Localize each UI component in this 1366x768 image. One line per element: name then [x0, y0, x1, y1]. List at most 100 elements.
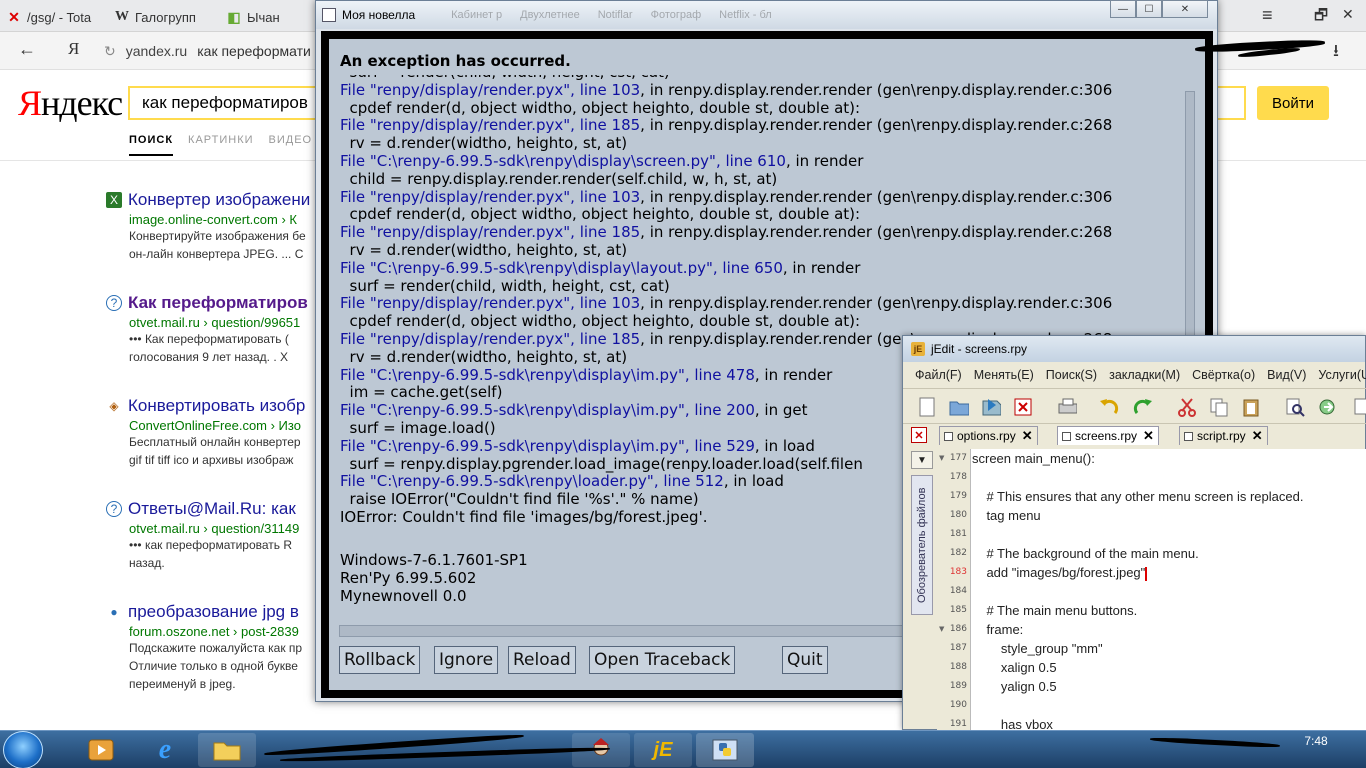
find-next-icon[interactable]: [1317, 397, 1337, 417]
menu-edit[interactable]: Менять(E): [974, 368, 1034, 382]
result-title[interactable]: преобразование jpg в: [128, 602, 299, 622]
tab-screens-rpy[interactable]: screens.rpy ✕: [1057, 426, 1159, 445]
traceback-location: , in renpy.display.render.render (gen\re…: [640, 187, 1113, 206]
jedit-taskbar-icon[interactable]: jE: [634, 733, 692, 767]
ghost-tab: Notiflar: [597, 9, 633, 21]
rollback-button[interactable]: Rollback: [339, 646, 421, 674]
result-url[interactable]: otvet.mail.ru › question/99651: [129, 315, 321, 330]
reload-button[interactable]: Reload: [508, 646, 576, 674]
nav-video[interactable]: ВИДЕО: [269, 134, 313, 156]
close-icon[interactable]: ✕: [1022, 428, 1033, 444]
browser-tab-gsg[interactable]: ✕ /gsg/ - Tota: [6, 4, 102, 30]
address-query: как переформати: [197, 43, 311, 59]
save-icon[interactable]: [981, 397, 1001, 417]
traceback-line: File "renpy/display/render.pyx", line 18…: [340, 223, 1176, 242]
address-domain: yandex.ru: [125, 43, 188, 59]
print-icon[interactable]: [1057, 397, 1077, 417]
media-player-icon[interactable]: [72, 733, 130, 767]
result-url[interactable]: forum.oszone.net › post-2839: [129, 624, 321, 639]
code-line: has vbox: [971, 715, 1366, 731]
result-title[interactable]: Ответы@Mail.Ru: как: [128, 499, 296, 519]
close-icon[interactable]: ✕: [1252, 428, 1263, 444]
file-browser-tab[interactable]: Обозреватель файлов: [911, 475, 933, 615]
quit-button[interactable]: Quit: [782, 646, 828, 674]
maximize-icon[interactable]: ☐: [1136, 0, 1162, 18]
yandex-icon[interactable]: Я: [68, 39, 79, 59]
result-title[interactable]: Конвертер изображени: [128, 190, 310, 210]
close-file-icon[interactable]: [1013, 397, 1033, 417]
open-traceback-button[interactable]: Open Traceback: [589, 646, 736, 674]
browser-tab-wikipedia[interactable]: W Галогрупп: [114, 4, 210, 30]
redo-icon[interactable]: [1133, 397, 1153, 417]
reload-icon[interactable]: ↻: [104, 43, 116, 60]
back-arrow-icon[interactable]: ←: [18, 39, 36, 60]
forum-icon: ●: [110, 605, 118, 619]
new-file-icon[interactable]: [917, 397, 937, 417]
internet-explorer-icon[interactable]: e: [136, 733, 194, 767]
menu-markers[interactable]: закладки(M): [1109, 368, 1180, 382]
more-tools-icon[interactable]: [1351, 397, 1366, 417]
menu-folding[interactable]: Свёртка(o): [1192, 368, 1255, 382]
checkbox-icon: [1062, 431, 1071, 441]
browser-menu-icon[interactable]: ≡: [1262, 5, 1273, 26]
cut-icon[interactable]: [1177, 397, 1197, 417]
restore-icon[interactable]: 🗗: [1314, 5, 1328, 30]
line-number: 189: [949, 681, 967, 691]
result-snippet: gif tif tiff ico и архивы изображ: [129, 453, 294, 467]
nav-search[interactable]: ПОИСК: [129, 134, 174, 156]
start-button[interactable]: [3, 731, 43, 768]
undo-icon[interactable]: [1099, 397, 1119, 417]
line-number: 180: [949, 510, 967, 520]
python-icon[interactable]: [696, 733, 754, 767]
copy-icon[interactable]: [1209, 397, 1229, 417]
result-url[interactable]: image.online-convert.com › К: [129, 212, 321, 227]
minimize-icon[interactable]: —: [1110, 0, 1136, 18]
result-title[interactable]: Как переформатиров: [128, 293, 308, 313]
traceback-line: cpdef render(d, object widtho, object he…: [340, 98, 861, 117]
result-title[interactable]: Конвертировать изобр: [128, 396, 305, 416]
traceback-file-ref: File "renpy/display/render.pyx", line 10…: [340, 294, 641, 313]
file-explorer-icon[interactable]: [198, 733, 256, 767]
close-icon[interactable]: ✕: [1162, 0, 1208, 18]
browser-close-icon[interactable]: ✕: [1342, 6, 1354, 23]
result-snippet: голосования 9 лет назад. . Х: [129, 350, 289, 364]
yandex-logo[interactable]: Яндекс: [18, 82, 123, 124]
ignore-button[interactable]: Ignore: [434, 646, 499, 674]
tab-script-rpy[interactable]: script.rpy ✕: [1179, 426, 1268, 445]
menu-view[interactable]: Вид(V): [1267, 368, 1306, 382]
nav-images[interactable]: КАРТИНКИ: [188, 134, 253, 156]
close-buffer-icon[interactable]: ✕: [911, 427, 927, 443]
code-editor[interactable]: screen main_menu(): # This ensures that …: [971, 449, 1366, 731]
result-snippet: ••• как переформатировать R: [129, 538, 293, 552]
close-icon: ✕: [8, 8, 20, 25]
search-button[interactable]: Войти: [1257, 86, 1329, 120]
menu-file[interactable]: Файл(F): [915, 368, 962, 382]
code-text: has vbox: [972, 717, 1053, 731]
menu-utilities[interactable]: Услуги(U): [1318, 368, 1366, 382]
download-icon[interactable]: ⭳: [1333, 38, 1339, 67]
result-url[interactable]: ConvertOnlineFree.com › Изо: [129, 418, 321, 433]
open-folder-icon[interactable]: [949, 397, 969, 417]
info-line: Windows-7-6.1.7601-SP1: [340, 551, 528, 569]
search-result: ◈ Конвертировать изобр ConvertOnlineFree.…: [106, 396, 321, 469]
shield-icon: ◈: [109, 399, 119, 413]
taskbar-clock[interactable]: 7:48: [1296, 734, 1336, 748]
code-line: # The background of the main menu.: [971, 544, 1366, 563]
jedit-window: jE jEdit - screens.rpy Файл(F) Менять(E)…: [902, 335, 1366, 731]
menu-search[interactable]: Поиск(S): [1046, 368, 1097, 382]
browser-tab-ychan[interactable]: ◧ Ычан: [226, 4, 312, 30]
traceback-file-ref: File "C:\renpy-6.99.5-sdk\renpy\display\…: [340, 365, 755, 384]
traceback-file-ref: File "renpy/display/render.pyx", line 18…: [340, 329, 641, 348]
paste-icon[interactable]: [1241, 397, 1261, 417]
result-snippet: Отличие только в одной букве: [129, 659, 298, 673]
close-icon[interactable]: ✕: [1143, 428, 1154, 444]
code-text: # This ensures that any other menu scree…: [972, 489, 1304, 504]
dock-dropdown-icon[interactable]: ▼: [911, 451, 933, 469]
ghost-tab: Двухлетнее: [520, 9, 580, 21]
line-number: 182: [949, 548, 967, 558]
tab-options-rpy[interactable]: options.rpy ✕: [939, 426, 1038, 445]
result-url[interactable]: otvet.mail.ru › question/31149: [129, 521, 321, 536]
find-icon[interactable]: [1285, 397, 1305, 417]
code-text: style_group "mm": [972, 641, 1103, 656]
